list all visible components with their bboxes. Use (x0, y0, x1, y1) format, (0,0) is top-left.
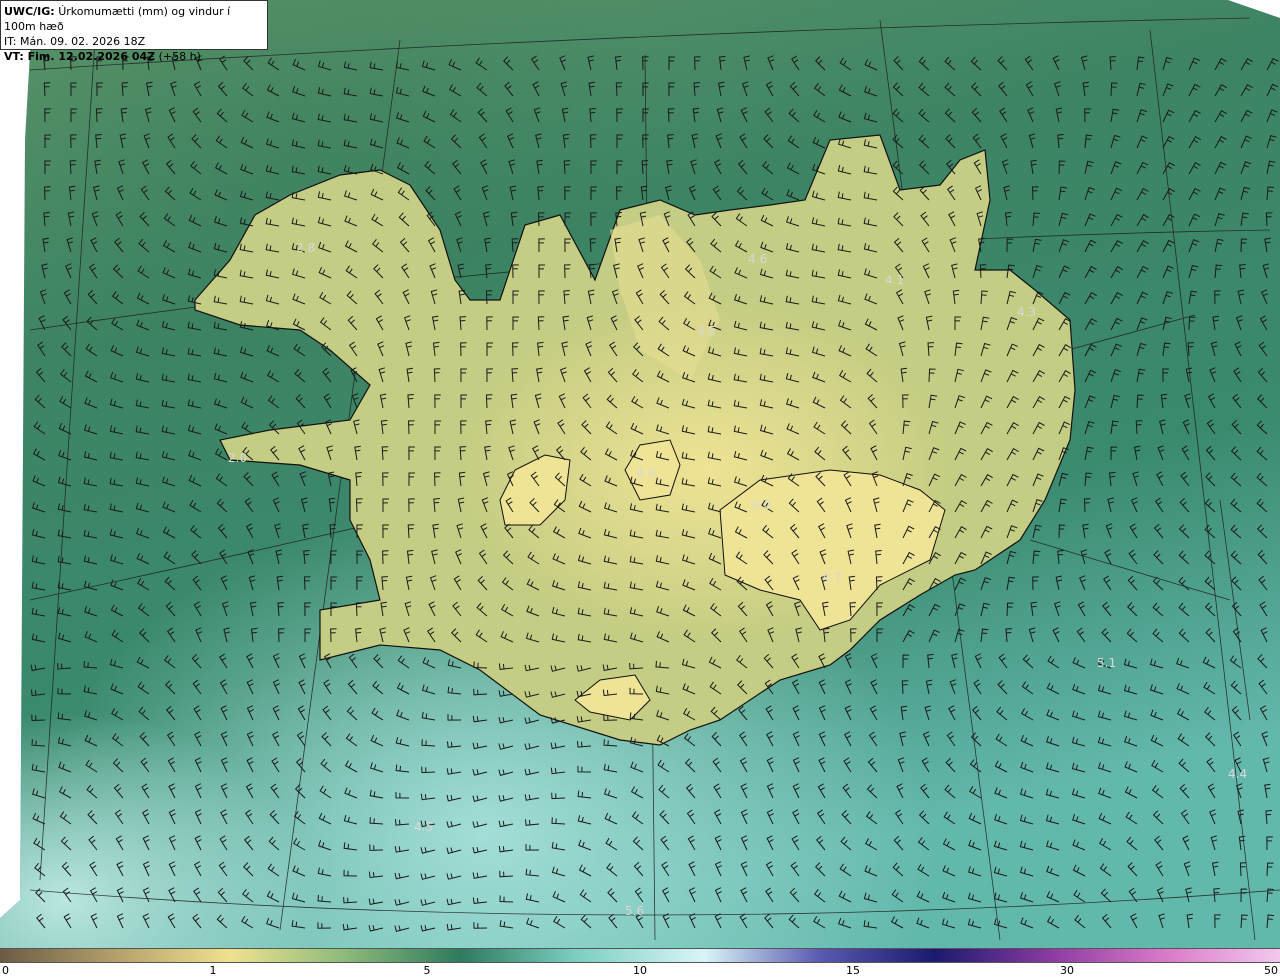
issue-time: IT: Mán. 09. 02. 2026 18Z (4, 35, 146, 48)
value-label: 5.6 (625, 904, 644, 918)
value-label: 2.8 (296, 241, 315, 255)
model-name: UWC/IG: (4, 5, 55, 18)
value-label: 4.5 (414, 820, 433, 834)
valid-time-line: VT: Fim. 12.02.2026 04Z (+58 h) (4, 49, 264, 64)
colorbar-tick: 10 (633, 964, 647, 977)
value-label: 4.7 (822, 571, 841, 585)
value-label: 4.4 (1228, 767, 1247, 781)
value-label: 4.0 (636, 466, 655, 480)
colorbar-tick: 15 (846, 964, 860, 977)
precipitation-colorbar (0, 948, 1280, 963)
colorbar-tick: 50 (1264, 964, 1278, 977)
value-label: 4.1 (885, 273, 904, 287)
colorbar-labels: 0 1 5 10 15 30 50 (0, 963, 1280, 978)
value-label: 0.0 (752, 498, 771, 512)
map-title-box: UWC/IG: Úrkomumætti (mm) og vindur í 100… (0, 0, 268, 63)
value-label: 5.1 (1097, 656, 1116, 670)
value-label: 4.3 (1017, 305, 1036, 319)
value-label: 4.6 (748, 252, 767, 266)
colorbar-tick: 30 (1060, 964, 1074, 977)
forecast-map[interactable]: 2.8 4.6 4.1 4.3 4.5 2.0 4.0 0.0 4.7 5.1 … (0, 0, 1280, 948)
colorbar-tick: 1 (209, 964, 217, 977)
colorbar-tick: 5 (423, 964, 431, 977)
forecast-offset: (+58 h) (158, 50, 201, 63)
colorbar-tick: 0 (2, 964, 9, 977)
valid-time: VT: Fim. 12.02.2026 04Z (4, 50, 156, 63)
value-label: 4.5 (697, 324, 716, 338)
title-line: UWC/IG: Úrkomumætti (mm) og vindur í 100… (4, 4, 264, 34)
value-label: 2.0 (228, 451, 247, 465)
